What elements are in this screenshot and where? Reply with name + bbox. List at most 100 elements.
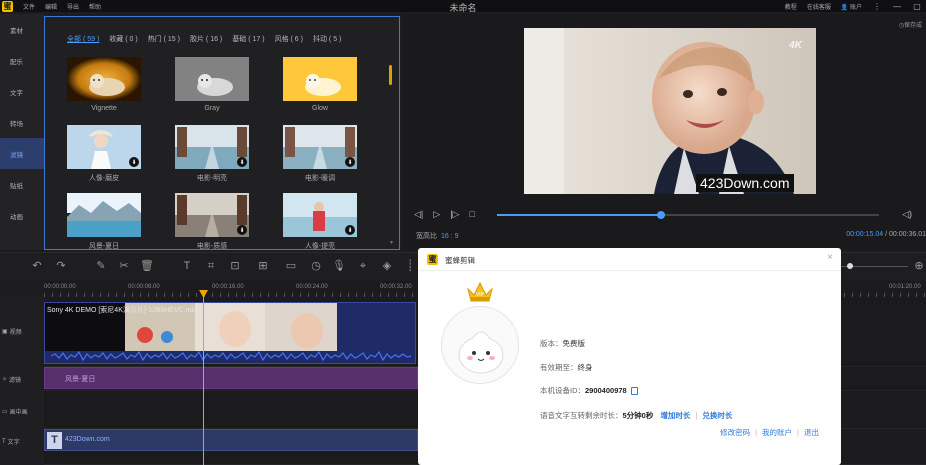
video-track-icon: ▣: [2, 329, 8, 335]
progress-fill: [497, 214, 662, 216]
tab-text[interactable]: 文字: [0, 76, 44, 107]
crop-icon[interactable]: ⌗: [204, 259, 218, 273]
account-menu[interactable]: 👤 账户: [841, 2, 862, 11]
version-value: 免费版: [562, 339, 586, 348]
filter-label-portrait-brighten: 人像-提亮: [304, 243, 336, 250]
color-icon[interactable]: ◈: [380, 259, 394, 273]
online-service-link[interactable]: 在线客服: [807, 2, 831, 11]
download-icon[interactable]: ⬇: [345, 157, 355, 167]
download-icon[interactable]: ⬇: [129, 157, 139, 167]
filter-thumb-vignette[interactable]: [67, 57, 141, 101]
filter-thumb-film-warm[interactable]: ⬇: [283, 125, 357, 169]
close-icon[interactable]: ×: [827, 252, 833, 263]
pip-track-icon: ▭: [2, 409, 8, 415]
ruler-label: 00:00:16.00: [212, 284, 244, 290]
copy-icon[interactable]: [630, 387, 638, 396]
menu-help[interactable]: 帮助: [89, 2, 101, 11]
track-label-text: 画中画: [9, 410, 28, 416]
mosaic-icon[interactable]: ⊞: [256, 259, 270, 273]
more-icon[interactable]: ⋮: [872, 2, 882, 11]
change-password-link[interactable]: 修改密码: [720, 428, 750, 437]
more-tools-icon[interactable]: ┊: [403, 259, 417, 273]
tab-music[interactable]: 配乐: [0, 45, 44, 76]
vip-crown-icon: VIP: [467, 281, 493, 302]
filter-label-film-bright: 电影-明亮: [196, 175, 228, 182]
scroll-down-icon[interactable]: ▼: [389, 240, 394, 246]
track-label-text-track[interactable]: T 文字: [2, 437, 20, 447]
zoom-in-icon[interactable]: ⊕: [912, 259, 926, 273]
my-account-link[interactable]: 我的账户: [762, 428, 792, 437]
device-id-value: 2900400978: [585, 386, 627, 395]
filter-label-landscape-summer: 风景-夏日: [88, 243, 120, 250]
menu-export[interactable]: 导出: [67, 2, 79, 11]
stop-icon[interactable]: □: [469, 209, 474, 220]
volume-icon[interactable]: ◁): [902, 209, 912, 220]
category-shake[interactable]: 抖动 ( 5 ): [313, 34, 341, 44]
autosave-status[interactable]: ◷保存成: [899, 20, 922, 29]
track-label-pip[interactable]: ▭ 画中画: [2, 407, 28, 416]
text-clip-label: 423Down.com: [65, 436, 110, 443]
menu-edit[interactable]: 编辑: [45, 2, 57, 11]
tab-media[interactable]: 素材: [0, 14, 44, 45]
pip-icon[interactable]: ▭: [284, 259, 298, 273]
tab-filter[interactable]: 滤镜: [0, 138, 44, 169]
tab-transition[interactable]: 转场: [0, 107, 44, 138]
filter-thumb-film-texture[interactable]: ⬇: [175, 193, 249, 237]
play-icon[interactable]: ▷: [433, 209, 440, 220]
download-icon[interactable]: ⬇: [237, 225, 247, 235]
redeem-time-link[interactable]: 兑换时长: [702, 411, 732, 420]
speech-time-value: 5分钟0秒: [622, 411, 654, 420]
restore-button[interactable]: ▢: [912, 2, 922, 11]
add-time-link[interactable]: 增加时长: [660, 411, 690, 420]
track-label-text: 滤镜: [9, 378, 22, 384]
filter-clip[interactable]: 风景-夏日: [44, 367, 418, 389]
filter-scrollbar[interactable]: [389, 65, 392, 85]
text-clip[interactable]: T 423Down.com: [44, 429, 418, 451]
playback-progress[interactable]: [497, 211, 879, 219]
speed-icon[interactable]: ◷: [309, 259, 323, 273]
text-tool-icon[interactable]: T: [180, 259, 194, 273]
video-clip[interactable]: Sony 4K DEMO [索尼4K演示片]-12BitHEVC.mkv: [44, 302, 416, 364]
tab-animation[interactable]: 动画: [0, 200, 44, 231]
download-icon[interactable]: ⬇: [345, 225, 355, 235]
zoom-handle[interactable]: [847, 263, 853, 269]
filter-thumb-glow[interactable]: [283, 57, 357, 101]
record-voice-icon[interactable]: 🎙: [332, 259, 346, 273]
download-icon[interactable]: ⬇: [237, 157, 247, 167]
tutorial-link[interactable]: 教程: [785, 2, 797, 11]
playhead-line[interactable]: [203, 292, 204, 465]
aspect-ratio[interactable]: 宽高比 16 : 9: [416, 231, 459, 241]
progress-handle[interactable]: [657, 211, 666, 219]
prev-frame-icon[interactable]: ◁|: [414, 209, 423, 220]
total-time: 00:00:36.01: [889, 231, 926, 238]
cut-icon[interactable]: ✂: [117, 259, 131, 273]
filter-thumb-gray[interactable]: [175, 57, 249, 101]
filter-thumb-landscape-summer[interactable]: [67, 193, 141, 237]
delete-icon[interactable]: 🗑: [140, 259, 154, 273]
category-all[interactable]: 全部 ( 59 ): [67, 34, 99, 44]
resize-icon[interactable]: ⊡: [228, 259, 242, 273]
category-popular[interactable]: 热门 ( 15 ): [148, 34, 180, 44]
filter-thumb-film-bright[interactable]: ⬇: [175, 125, 249, 169]
app-window: 蜜 文件 编辑 导出 帮助 未命名 教程 在线客服 👤 账户 ⋮ — ▢ 素材 …: [0, 0, 926, 465]
track-label-video[interactable]: ▣ 视频: [2, 327, 22, 336]
filter-thumb-portrait-smooth[interactable]: ⬇: [67, 125, 141, 169]
tab-sticker[interactable]: 贴纸: [0, 169, 44, 200]
minimize-button[interactable]: —: [892, 2, 902, 11]
menu-file[interactable]: 文件: [23, 2, 35, 11]
undo-icon[interactable]: ↶: [30, 259, 44, 273]
freeze-frame-icon[interactable]: ⌖: [356, 259, 370, 273]
category-favorites[interactable]: 收藏 ( 0 ): [109, 34, 137, 44]
edit-icon[interactable]: ✎: [94, 259, 108, 273]
preview-video[interactable]: 4K 423Down.com: [524, 28, 816, 194]
mascot-avatar-icon: [458, 331, 504, 374]
redo-icon[interactable]: ↷: [54, 259, 68, 273]
category-film[interactable]: 胶片 ( 16 ): [190, 34, 222, 44]
track-label-filter[interactable]: ✧ 滤镜: [2, 375, 21, 384]
track-labels: ▣ 视频 ✧ 滤镜 ▭ 画中画 T 文字: [0, 297, 44, 465]
next-frame-icon[interactable]: |▷: [450, 209, 459, 220]
category-basic[interactable]: 基础 ( 17 ): [232, 34, 264, 44]
filter-thumb-portrait-brighten[interactable]: ⬇: [283, 193, 357, 237]
logout-link[interactable]: 退出: [804, 428, 819, 437]
category-style[interactable]: 风格 ( 6 ): [275, 34, 303, 44]
